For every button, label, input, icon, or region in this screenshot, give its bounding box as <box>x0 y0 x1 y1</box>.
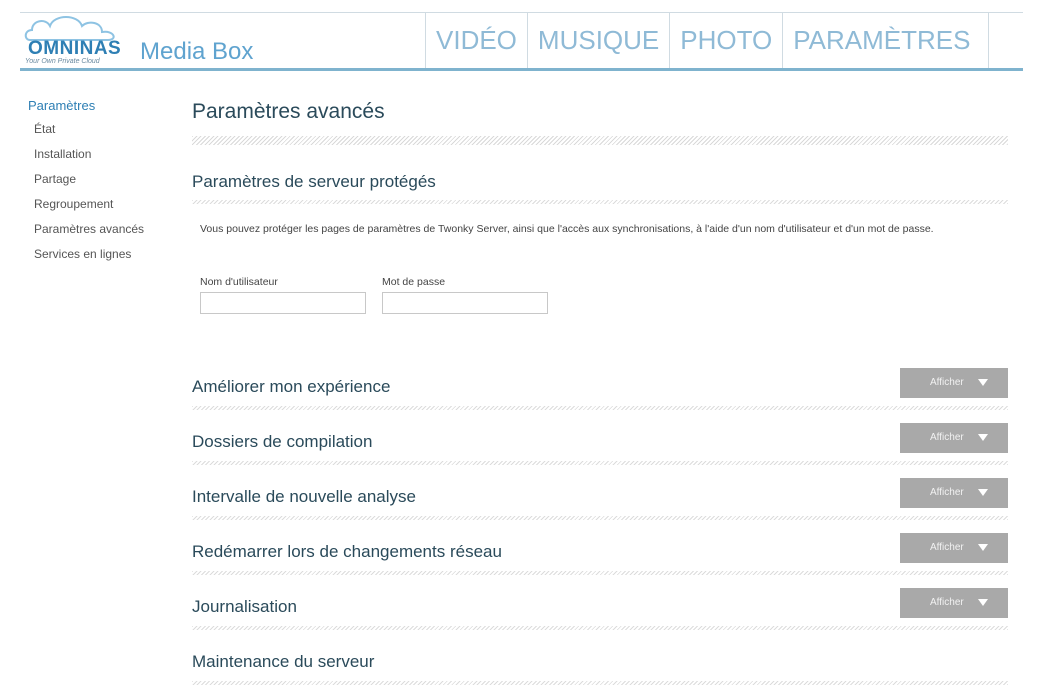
show-button[interactable]: Afficher <box>900 423 1008 453</box>
sidebar-item-parametres-avances[interactable]: Paramètres avancés <box>28 219 178 244</box>
caret-down-icon <box>978 379 988 386</box>
show-button[interactable]: Afficher <box>900 533 1008 563</box>
protected-divider <box>192 200 1008 204</box>
section-title: Maintenance du serveur <box>192 652 375 671</box>
section-divider <box>192 626 1008 630</box>
password-input[interactable] <box>382 292 548 314</box>
section-redemarrer-reseau: Redémarrer lors de changements réseau Af… <box>192 533 1008 581</box>
nav-video[interactable]: VIDÉO <box>425 12 527 68</box>
section-ameliorer-experience: Améliorer mon expérience Afficher <box>192 368 1008 416</box>
section-divider <box>192 461 1008 465</box>
caret-down-icon <box>978 544 988 551</box>
section-title: Redémarrer lors de changements réseau <box>192 542 502 561</box>
protected-settings-title: Paramètres de serveur protégés <box>192 172 436 191</box>
page-title: Paramètres avancés <box>192 100 385 123</box>
caret-down-icon <box>978 489 988 496</box>
nav-musique[interactable]: MUSIQUE <box>526 12 669 68</box>
show-button-label: Afficher <box>930 377 964 388</box>
section-intervalle-analyse: Intervalle de nouvelle analyse Afficher <box>192 478 1008 526</box>
show-button-label: Afficher <box>930 597 964 608</box>
sidebar-item-partage[interactable]: Partage <box>28 169 178 194</box>
app-header: OMNINAS Your Own Private Cloud Media Box… <box>0 0 1043 71</box>
section-title: Améliorer mon expérience <box>192 377 391 396</box>
show-button-label: Afficher <box>930 432 964 443</box>
sidebar-item-etat[interactable]: État <box>28 119 178 144</box>
username-label: Nom d'utilisateur <box>200 276 278 288</box>
password-label: Mot de passe <box>382 276 446 288</box>
section-title: Dossiers de compilation <box>192 432 373 451</box>
section-divider <box>192 571 1008 575</box>
show-button[interactable]: Afficher <box>900 588 1008 618</box>
main-nav: VIDÉO MUSIQUE PHOTO PARAMÈTRES <box>425 12 990 68</box>
caret-down-icon <box>978 599 988 606</box>
sidebar-item-installation[interactable]: Installation <box>28 144 178 169</box>
section-journalisation: Journalisation Afficher <box>192 588 1008 636</box>
section-divider <box>192 516 1008 520</box>
show-button-label: Afficher <box>930 542 964 553</box>
sidebar-item-services-en-lignes[interactable]: Services en lignes <box>28 244 178 269</box>
section-dossiers-compilation: Dossiers de compilation Afficher <box>192 423 1008 471</box>
omninas-logo[interactable]: OMNINAS Your Own Private Cloud <box>22 12 132 65</box>
show-button[interactable]: Afficher <box>900 368 1008 398</box>
section-title: Journalisation <box>192 597 297 616</box>
section-divider <box>192 681 1008 685</box>
nav-parametres[interactable]: PARAMÈTRES <box>782 12 990 68</box>
protected-description: Vous pouvez protéger les pages de paramè… <box>200 223 934 235</box>
sidebar-item-regroupement[interactable]: Regroupement <box>28 194 178 219</box>
show-button[interactable]: Afficher <box>900 478 1008 508</box>
nav-photo[interactable]: PHOTO <box>669 12 782 68</box>
section-maintenance-serveur: Maintenance du serveur <box>192 651 1008 691</box>
username-input[interactable] <box>200 292 366 314</box>
caret-down-icon <box>978 434 988 441</box>
logo-wordmark: OMNINAS <box>28 38 122 59</box>
title-divider <box>192 136 1008 145</box>
show-button-label: Afficher <box>930 487 964 498</box>
sidebar: Paramètres État Installation Partage Reg… <box>28 98 178 269</box>
logo-tagline: Your Own Private Cloud <box>25 58 100 65</box>
app-title: Media Box <box>140 38 254 65</box>
header-bottom-rule <box>20 68 1023 71</box>
sidebar-title[interactable]: Paramètres <box>28 98 178 113</box>
section-title: Intervalle de nouvelle analyse <box>192 487 416 506</box>
section-divider <box>192 406 1008 410</box>
